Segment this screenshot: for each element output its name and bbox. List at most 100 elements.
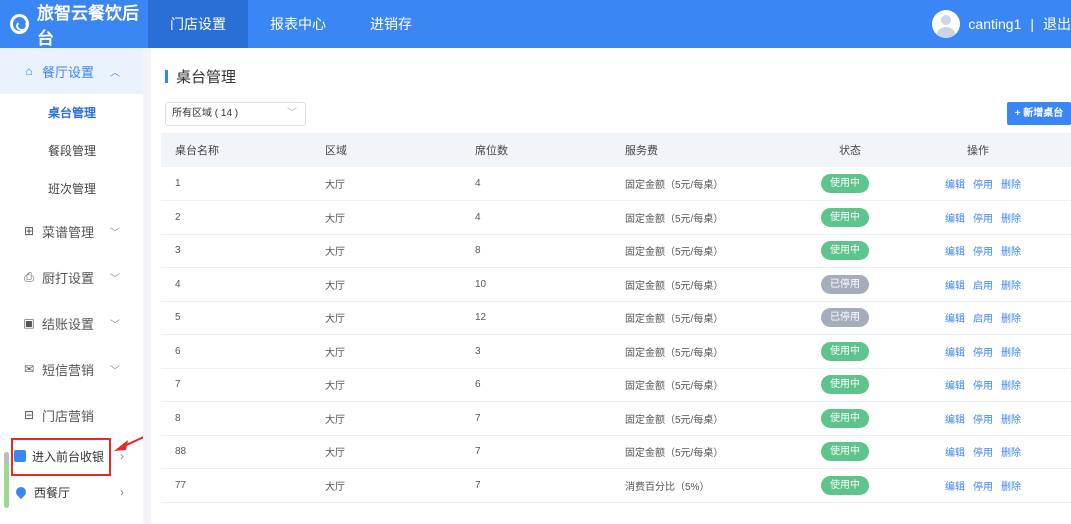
sidebar-group-label: 门店营销 [42,408,95,424]
table-name-cell: 1 [175,178,181,189]
delete-link[interactable]: 删除 [1001,214,1021,225]
service-fee-cell: 固定金额（5元/每桌） [625,414,724,426]
brand-logo[interactable]: 旅智云餐饮后台 [0,0,148,48]
chevron-down-icon: ﹀ [110,319,120,331]
service-fee-cell: 固定金额（5元/每桌） [625,314,724,326]
edit-link[interactable]: 编辑 [945,415,965,426]
column-header: 区域 [325,145,347,157]
table-row: 6 大厅 3 固定金额（5元/每桌） 使用中 编辑 停用 删除 [161,335,1071,368]
operations-cell: 编辑 启用 删除 [933,301,1071,335]
top-nav: 门店设置 报表中心 进销存 [148,0,434,48]
status-cell: 使用中 [803,201,933,235]
table-list: 桌台名称 区域 席位数 服务费 状态 操作 1 大厅 4 固定金额（5元/每桌） 使用中… [161,133,1071,503]
table-name-cell: 88 [175,446,187,458]
table-body: 1 大厅 4 固定金额（5元/每桌） 使用中 编辑 停用 删除 2 大厅 4 固定金额（5元/每桌）使… [161,167,1071,502]
sidebar-item-meal-period[interactable]: 餐段管理 [0,132,143,170]
operations-cell: 编辑 停用 删除 [933,167,1071,201]
logout-link[interactable]: 退出 [1043,14,1071,34]
status-cell: 使用中 [803,435,933,469]
page-title: 桌台管理 [165,66,236,87]
disable-link[interactable]: 停用 [973,348,993,359]
sidebar-group-kitchen-print[interactable]: ⎙ 厨打设置 ﹀ [0,254,143,300]
operations-cell: 编辑 启用 删除 [933,268,1071,302]
seats-cell: 7 [475,446,481,458]
disable-link[interactable]: 停用 [973,448,993,459]
add-table-button[interactable]: + 新增桌台 [1007,102,1071,125]
edit-link[interactable]: 编辑 [945,281,965,292]
area-select-value: 所有区域 ( 14 ) [172,108,239,119]
edit-link[interactable]: 编辑 [945,482,965,493]
area-cell: 大厅 [325,213,345,225]
edit-link[interactable]: 编辑 [945,381,965,392]
delete-link[interactable]: 删除 [1001,482,1021,493]
sidebar-group-label: 餐厅设置 [42,64,95,80]
enable-link[interactable]: 启用 [973,314,993,325]
grid-icon: ⊞ [23,224,35,238]
delete-link[interactable]: 删除 [1001,348,1021,359]
disable-link[interactable]: 停用 [973,214,993,225]
status-badge: 使用中 [821,207,869,227]
chevron-down-icon: ﹀ [110,273,120,285]
service-fee-cell: 固定金额（5元/每桌） [625,180,724,191]
edit-link[interactable]: 编辑 [945,348,965,359]
delete-link[interactable]: 删除 [1001,247,1021,258]
edit-link[interactable]: 编辑 [945,314,965,325]
disable-link[interactable]: 停用 [973,247,993,258]
delete-link[interactable]: 删除 [1001,381,1021,392]
seats-cell: 12 [475,312,487,324]
sidebar-scroll-thumb[interactable] [4,452,9,466]
sidebar-group-store-marketing[interactable]: ⊟ 门店营销 [0,392,143,438]
sidebar-item-table-management[interactable]: 桌台管理 [0,94,143,132]
sidebar-group-menu-management[interactable]: ⊞ 菜谱管理 ﹀ [0,208,143,254]
username[interactable]: canting1 [968,16,1021,32]
top-header: 旅智云餐饮后台 门店设置 报表中心 进销存 canting1 | 退出 [0,0,1071,48]
table-row: 5 大厅 12 固定金额（5元/每桌） 已停用 编辑 启用 删除 [161,301,1071,335]
edit-link[interactable]: 编辑 [945,448,965,459]
disable-link[interactable]: 停用 [973,415,993,426]
table-row: 2 大厅 4 固定金额（5元/每桌） 使用中 编辑 停用 删除 [161,201,1071,235]
area-select[interactable]: 所有区域 ( 14 ) ﹀ [165,102,306,126]
area-cell: 大厅 [325,280,345,292]
edit-link[interactable]: 编辑 [945,180,965,191]
operations-cell: 编辑 停用 删除 [933,469,1071,503]
disable-link[interactable]: 停用 [973,180,993,191]
table-row: 3 大厅 8 固定金额（5元/每桌） 使用中 编辑 停用 删除 [161,234,1071,268]
sidebar-group-label: 短信营销 [42,362,95,378]
table-row: 8 大厅 7 固定金额（5元/每桌） 使用中 编辑 停用 删除 [161,402,1071,435]
nav-report-center[interactable]: 报表中心 [248,0,348,48]
status-badge: 使用中 [821,375,869,395]
brand-logo-icon [10,14,30,34]
sidebar-group-sms-marketing[interactable]: ✉ 短信营销 ﹀ [0,346,143,392]
nav-inventory[interactable]: 进销存 [348,0,434,48]
delete-link[interactable]: 删除 [1001,415,1021,426]
edit-link[interactable]: 编辑 [945,214,965,225]
service-fee-cell: 固定金额（5元/每桌） [625,280,724,292]
sidebar-group-label: 结账设置 [42,316,95,332]
area-cell: 大厅 [325,347,345,359]
avatar[interactable] [932,10,961,38]
nav-store-settings[interactable]: 门店设置 [148,0,248,48]
delete-link[interactable]: 删除 [1001,281,1021,292]
sidebar-group-checkout-settings[interactable]: ▣ 结账设置 ﹀ [0,300,143,346]
delete-link[interactable]: 删除 [1001,448,1021,459]
status-cell: 使用中 [803,234,933,268]
title-accent-bar [165,70,168,83]
status-badge: 使用中 [821,475,869,495]
store-switcher[interactable]: 西餐厅 › [0,474,143,510]
column-header: 状态 [839,145,861,157]
sidebar-group-restaurant-settings[interactable]: ⌂ 餐厅设置 ︿ [0,48,143,94]
delete-link[interactable]: 删除 [1001,314,1021,325]
operations-cell: 编辑 停用 删除 [933,368,1071,402]
enable-link[interactable]: 启用 [973,281,993,292]
user-area: canting1 | 退出 [932,0,1071,48]
seats-cell: 6 [475,379,481,391]
sidebar-item-shift-management[interactable]: 班次管理 [0,170,143,208]
delete-link[interactable]: 删除 [1001,180,1021,191]
disable-link[interactable]: 停用 [973,381,993,392]
disable-link[interactable]: 停用 [973,482,993,493]
table-header-row: 桌台名称 区域 席位数 服务费 状态 操作 [161,133,1071,167]
printer-icon: ⎙ [24,269,34,284]
store-icon: ⊟ [23,408,35,422]
status-badge: 使用中 [821,241,869,261]
edit-link[interactable]: 编辑 [945,247,965,258]
